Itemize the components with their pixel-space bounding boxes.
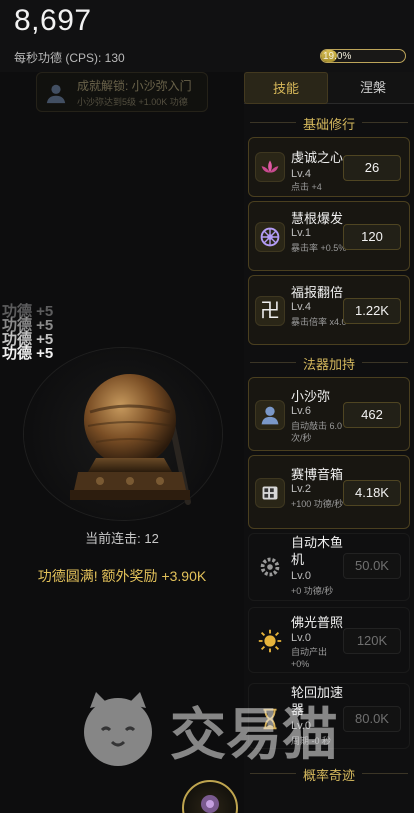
cps-label: 每秒功德 (CPS): 130 xyxy=(14,51,125,65)
skill-level: Lv.1 xyxy=(291,227,311,239)
skill-level: Lv.4 xyxy=(291,168,311,180)
monk-icon xyxy=(255,400,285,430)
upgrade-cost-button[interactable]: 4.18K xyxy=(343,480,401,506)
upgrade-cost-button[interactable]: 80.0K xyxy=(343,706,401,732)
skill-level: Lv.4 xyxy=(291,301,311,313)
gear-icon xyxy=(260,557,280,577)
skill-desc: 暴击倍率 x4.0 xyxy=(291,317,347,327)
skill-desc: 暴击率 +0.5% xyxy=(291,243,347,253)
skill-card[interactable]: 虔诚之心 Lv.4 点击 +4 26 xyxy=(248,137,410,197)
helper-card[interactable]: 小沙弥 Lv.6 自动敲击 6.0 次/秒 462 xyxy=(248,377,410,451)
skill-card[interactable]: 卍 福报翻倍 Lv.4 暴击倍率 x4.0 1.22K xyxy=(248,275,410,345)
skill-name: 福报翻倍 xyxy=(291,285,344,300)
upgrade-cost-button[interactable]: 50.0K xyxy=(343,553,401,579)
tab-nirvana[interactable]: 涅槃 xyxy=(332,72,414,104)
section-title-basic: 基础修行 xyxy=(244,114,414,133)
combo-counter: 当前连击: 12 xyxy=(85,531,159,546)
progress-text: 19.0% xyxy=(323,51,352,62)
helper-desc: +100 功德/秒 xyxy=(291,499,344,509)
skill-name: 虔诚之心 xyxy=(291,150,344,165)
upgrade-cost-button[interactable]: 26 xyxy=(343,155,401,181)
dharma-wheel-icon xyxy=(255,222,285,252)
helper-level: Lv.0 xyxy=(291,570,311,582)
skill-name: 慧根爆发 xyxy=(291,211,344,226)
achievement-desc: 小沙弥达到5级 +1.00K 功德 xyxy=(77,97,188,107)
helper-level: Lv.0 xyxy=(291,632,311,644)
helper-desc: 自动敲击 6.0 次/秒 xyxy=(291,421,343,443)
tab-skills[interactable]: 技能 xyxy=(244,72,328,104)
section-title-miracle: 概率奇迹 xyxy=(244,765,414,784)
top-bar: 8,697 每秒功德 (CPS): 130 19.0% xyxy=(0,0,414,72)
swastika-icon: 卍 xyxy=(255,296,285,326)
merit-score: 8,697 xyxy=(14,4,92,37)
helper-desc: 自动产出 +0% xyxy=(291,647,328,669)
helper-level: Lv.0 xyxy=(291,720,311,732)
hourglass-icon xyxy=(263,708,277,730)
bell-icon[interactable] xyxy=(60,360,200,510)
floating-merit: 功德 +5 xyxy=(2,345,54,362)
skill-desc: 点击 +4 xyxy=(291,182,322,192)
achievement-title: 成就解锁: 小沙弥入门 xyxy=(77,79,192,93)
helper-card[interactable]: 佛光普照 Lv.0 自动产出 +0% 120K xyxy=(248,607,410,673)
helper-level: Lv.2 xyxy=(291,483,311,495)
helper-name: 赛博音箱 xyxy=(291,467,344,482)
user-icon xyxy=(46,84,66,104)
upgrade-cost-button[interactable]: 1.22K xyxy=(343,298,401,324)
speaker-icon xyxy=(255,478,285,508)
tab-bar: 技能 涅槃 xyxy=(244,72,414,104)
bell-mini-icon xyxy=(201,795,219,813)
upgrade-cost-button[interactable]: 462 xyxy=(343,402,401,428)
helper-card[interactable]: 赛博音箱 Lv.2 +100 功德/秒 4.18K xyxy=(248,455,410,529)
section-title-helpers: 法器加持 xyxy=(244,354,414,373)
helper-level: Lv.6 xyxy=(291,405,311,417)
upgrade-cost-button[interactable]: 120 xyxy=(343,224,401,250)
achievement-toast: 成就解锁: 小沙弥入门 小沙弥达到5级 +1.00K 功德 xyxy=(36,72,208,112)
lotus-icon xyxy=(255,152,285,182)
helper-desc: +0 功德/秒 xyxy=(291,586,334,596)
helper-card[interactable]: 自动木鱼机 Lv.0 +0 功德/秒 50.0K xyxy=(248,533,410,601)
helper-desc: 周期 -0 秒 xyxy=(291,736,332,746)
progress-bar: 19.0% xyxy=(320,49,406,63)
upgrade-cost-button[interactable]: 120K xyxy=(343,628,401,654)
bonus-text: 功德圆满! 额外奖励 +3.90K xyxy=(37,568,207,584)
skill-card[interactable]: 慧根爆发 Lv.1 暴击率 +0.5% 120 xyxy=(248,201,410,271)
sun-icon xyxy=(258,629,282,653)
helper-card[interactable]: 轮回加速器 Lv.0 周期 -0 秒 80.0K xyxy=(248,683,410,749)
helper-name: 佛光普照 xyxy=(291,615,344,630)
helper-name: 小沙弥 xyxy=(291,389,331,404)
